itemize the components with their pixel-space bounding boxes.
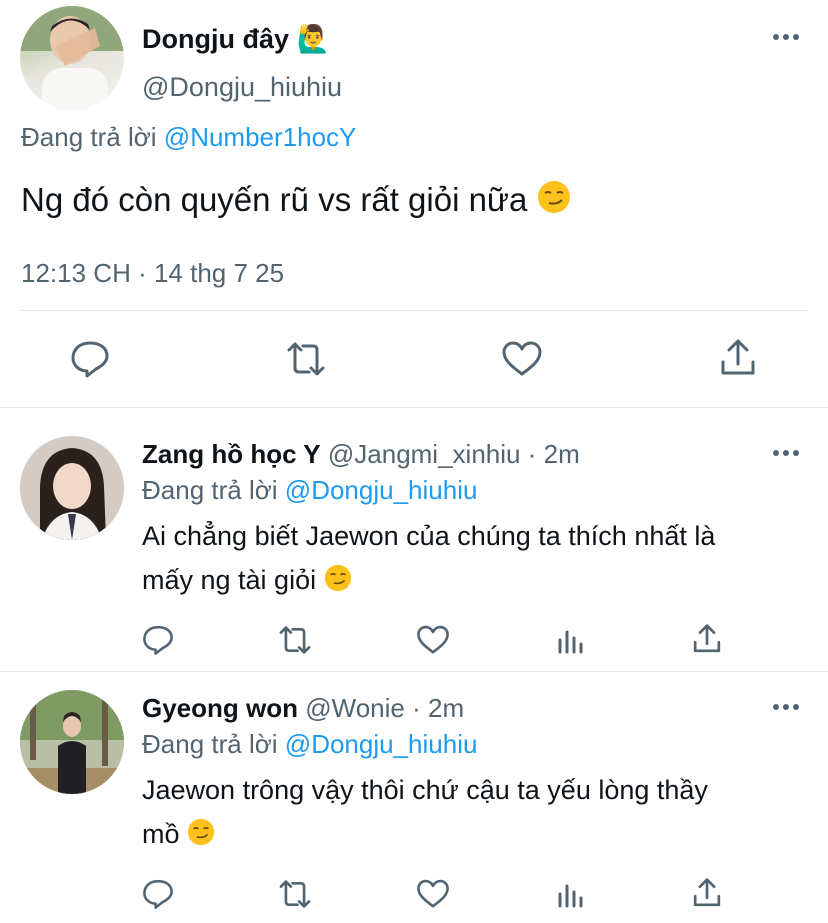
separator: · — [412, 693, 421, 723]
share-icon[interactable] — [692, 877, 722, 909]
tweet-text-line: Ai chẳng biết Jaewon của chúng ta thích … — [142, 521, 716, 551]
smirk-emoji-icon — [537, 181, 570, 213]
avatar-image — [20, 690, 124, 794]
like-icon[interactable] — [501, 341, 543, 377]
replying-prefix: Đang trả lời — [21, 122, 157, 152]
share-icon[interactable] — [692, 623, 722, 655]
tweet-text-body: mồ — [142, 819, 180, 849]
like-icon[interactable] — [416, 625, 450, 655]
tweet-text: Ng đó còn quyến rũ vs rất giỏi nữa — [21, 178, 571, 222]
tweet-text: Jaewon trông vậy thôi chứ cậu ta yếu lòn… — [142, 768, 802, 856]
replying-prefix: Đang trả lời — [142, 475, 278, 505]
more-options-icon[interactable] — [773, 704, 799, 712]
reply-icon[interactable] — [70, 340, 110, 378]
divider — [20, 310, 808, 311]
section-divider — [0, 671, 828, 672]
display-name[interactable]: Zang hồ học Y — [142, 439, 321, 469]
display-name-text: Dongju đây 🙋‍♂️ — [142, 24, 331, 54]
tweet-text-line: mồ — [142, 812, 802, 856]
replying-to: Đang trả lời @Dongju_hiuhiu — [142, 473, 477, 507]
reply-icon[interactable] — [142, 624, 174, 656]
tweet-text-line: mấy ng tài giỏi — [142, 558, 802, 602]
avatar-image — [20, 6, 124, 110]
smirk-emoji-icon — [324, 564, 351, 592]
tweet-text-line: Jaewon trông vậy thôi chứ cậu ta yếu lòn… — [142, 775, 708, 805]
avatar[interactable] — [20, 436, 124, 540]
section-divider — [0, 407, 828, 408]
handle[interactable]: @Jangmi_xinhiu — [328, 439, 521, 469]
like-icon[interactable] — [416, 879, 450, 909]
share-icon[interactable] — [719, 338, 757, 378]
timestamp[interactable]: 12:13 CH · 14 thg 7 25 — [21, 256, 284, 290]
retweet-icon[interactable] — [283, 340, 329, 378]
handle[interactable]: @Dongju_hiuhiu — [142, 70, 342, 104]
relative-time[interactable]: 2m — [544, 439, 580, 469]
tweet-text-body: Ng đó còn quyến rũ vs rất giỏi nữa — [21, 181, 528, 218]
display-name[interactable]: Gyeong won — [142, 693, 298, 723]
reply-header: Zang hồ học Y @Jangmi_xinhiu · 2m — [142, 437, 580, 471]
separator: · — [527, 439, 537, 469]
tweet-text: Ai chẳng biết Jaewon của chúng ta thích … — [142, 514, 802, 602]
relative-time[interactable]: 2m — [428, 693, 464, 723]
replying-to-link[interactable]: @Number1hocY — [164, 122, 357, 152]
retweet-icon[interactable] — [276, 624, 314, 656]
reply-header: Gyeong won @Wonie · 2m — [142, 691, 464, 725]
views-icon[interactable] — [556, 880, 584, 908]
display-name[interactable]: Dongju đây 🙋‍♂️ — [142, 22, 330, 56]
replying-prefix: Đang trả lời — [142, 729, 278, 759]
replying-to-link[interactable]: @Dongju_hiuhiu — [285, 475, 478, 505]
avatar[interactable] — [20, 690, 124, 794]
views-icon[interactable] — [556, 626, 584, 654]
avatar[interactable] — [20, 6, 124, 110]
replying-to: Đang trả lời @Dongju_hiuhiu — [142, 727, 477, 761]
replying-to: Đang trả lời @Number1hocY — [21, 120, 356, 154]
more-options-icon[interactable] — [773, 450, 799, 458]
avatar-image — [20, 436, 124, 540]
tweet-text-body: mấy ng tài giỏi — [142, 565, 317, 595]
retweet-icon[interactable] — [276, 878, 314, 910]
reply-icon[interactable] — [142, 878, 174, 910]
more-options-icon[interactable] — [773, 34, 799, 42]
replying-to-link[interactable]: @Dongju_hiuhiu — [285, 729, 478, 759]
smirk-emoji-icon — [187, 818, 215, 846]
handle[interactable]: @Wonie — [305, 693, 405, 723]
